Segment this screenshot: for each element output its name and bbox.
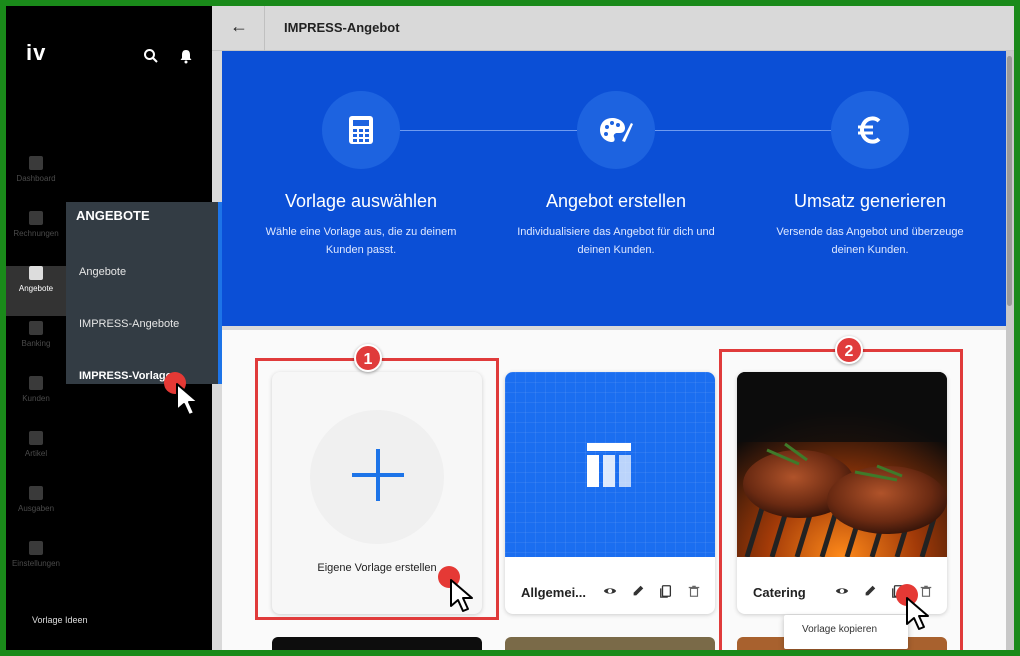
tag-icon — [29, 431, 43, 445]
sidebar-item-label: Ausgaben — [17, 504, 55, 513]
app-logo: iv — [26, 40, 47, 65]
angebote-submenu: ANGEBOTE Angebote IMPRESS-Angebote IMPRE… — [66, 202, 222, 384]
copy-icon[interactable] — [659, 584, 673, 598]
mouse-cursor-icon — [176, 383, 199, 416]
eye-icon[interactable] — [603, 584, 617, 598]
wallet-icon — [29, 486, 43, 500]
step-2: Angebot erstellen Individualisiere das A… — [516, 189, 716, 259]
calculator-icon — [349, 116, 373, 144]
step-description: Versende das Angebot und überzeuge deine… — [776, 226, 964, 256]
step-circle-3 — [831, 91, 909, 169]
sidebar-item-rechnungen[interactable]: Rechnungen — [6, 211, 66, 261]
template-card-partial[interactable] — [505, 637, 715, 650]
euro-icon — [858, 116, 881, 144]
page-title: IMPRESS-Angebot — [284, 20, 400, 35]
layout-icon — [587, 443, 631, 487]
step-description: Wähle eine Vorlage aus, die zu deinem Ku… — [265, 226, 457, 256]
card-actions — [603, 584, 701, 598]
sidebar-item-einstellungen[interactable]: Einstellungen — [6, 541, 66, 591]
customers-icon — [29, 376, 43, 390]
step-title: Umsatz generieren — [793, 191, 947, 211]
step-3: Umsatz generieren Versende das Angebot u… — [770, 189, 970, 259]
template-card-partial[interactable] — [272, 637, 482, 650]
palette-icon — [600, 118, 633, 142]
trash-icon[interactable] — [687, 584, 701, 598]
step-connector — [632, 130, 832, 131]
step-title: Vorlage auswählen — [284, 191, 438, 211]
sidebar-item-label: Kunden — [22, 394, 50, 403]
submenu-item-impress-angebote[interactable]: IMPRESS-Angebote — [79, 318, 179, 330]
sidebar-item-label: Banking — [21, 339, 51, 348]
invoice-icon — [29, 211, 43, 225]
back-arrow-icon[interactable]: ← — [230, 16, 248, 37]
submenu-item-angebote[interactable]: Angebote — [79, 266, 126, 278]
submenu-heading: ANGEBOTE — [76, 208, 150, 223]
sidebar-item-banking[interactable]: Banking — [6, 321, 66, 371]
sidebar-item-kunden[interactable]: Kunden — [6, 376, 66, 426]
bell-icon[interactable] — [178, 48, 194, 64]
sidebar-item-label: Dashboard — [16, 174, 56, 183]
divider — [264, 6, 265, 51]
vorlage-ideen-link[interactable]: Vorlage Ideen — [32, 615, 88, 625]
calculator-icon — [29, 266, 43, 280]
sidebar-item-ausgaben[interactable]: Ausgaben — [6, 486, 66, 536]
template-card-allgemein[interactable]: Allgemei... — [505, 372, 715, 614]
top-bar: ← IMPRESS-Angebot — [212, 6, 1014, 51]
step-badge-1: 1 — [354, 344, 382, 372]
step-connector — [377, 130, 577, 131]
sidebar-item-label: Artikel — [24, 449, 48, 458]
scrollbar-thumb[interactable] — [1007, 56, 1012, 306]
step-circle-1 — [322, 91, 400, 169]
mouse-cursor-icon — [906, 597, 929, 630]
step-1: Vorlage auswählen Wähle eine Vorlage aus… — [261, 189, 461, 259]
step-description: Individualisiere das Angebot für dich un… — [517, 226, 715, 256]
mouse-cursor-icon — [450, 579, 473, 612]
sidebar-item-dashboard[interactable]: Dashboard — [6, 156, 66, 206]
search-icon[interactable] — [143, 48, 159, 64]
pencil-icon[interactable] — [631, 584, 645, 598]
sidebar-item-label: Einstellungen — [11, 559, 61, 568]
app-window: iv Dashboard Rechnungen Angebote Banking Kun… — [6, 6, 1014, 650]
step-title: Angebot erstellen — [545, 191, 687, 211]
sidebar-item-artikel[interactable]: Artikel — [6, 431, 66, 481]
settings-icon — [29, 541, 43, 555]
copy-template-tooltip: Vorlage kopieren — [784, 615, 908, 649]
sidebar-item-angebote[interactable]: Angebote — [6, 266, 66, 316]
step-badge-2: 2 — [835, 336, 863, 364]
template-name: Allgemei... — [521, 585, 587, 600]
step-circle-2 — [577, 91, 655, 169]
dashboard-icon — [29, 156, 43, 170]
hero-banner: Vorlage auswählen Wähle eine Vorlage aus… — [222, 51, 1006, 326]
sidebar-item-label: Rechnungen — [13, 229, 59, 238]
template-thumbnail — [505, 372, 715, 557]
sidebar-item-label: Angebote — [18, 284, 54, 293]
bank-icon — [29, 321, 43, 335]
